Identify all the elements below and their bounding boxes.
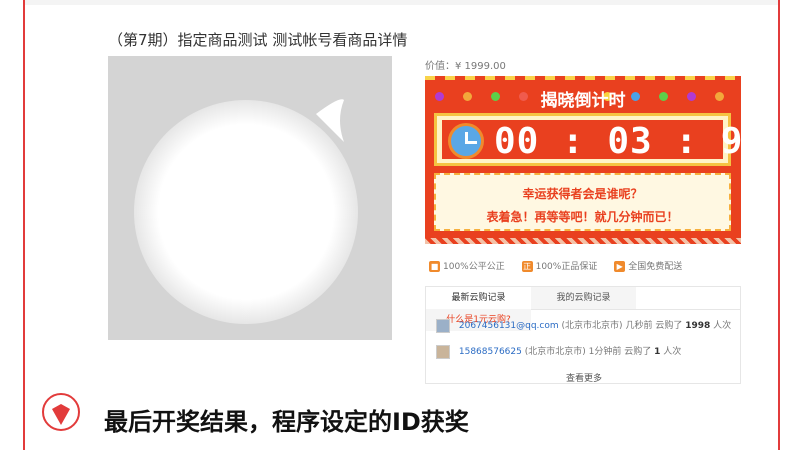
- avatar[interactable]: [436, 344, 450, 359]
- frame-left-line: [23, 0, 25, 450]
- records-tabs: 最新云购记录 我的云购记录 什么是1元云购?: [426, 287, 740, 331]
- alarm-clock-icon: [448, 123, 484, 159]
- record-unit: 人次: [713, 321, 732, 331]
- record-count: 1998: [685, 321, 711, 331]
- check-icon: 正: [521, 261, 533, 272]
- timer-frame: 00 : 03 : 95: [434, 113, 741, 166]
- truck-icon: ▶: [614, 261, 626, 272]
- tab-my-records[interactable]: 我的云购记录: [531, 287, 636, 309]
- record-unit: 人次: [663, 347, 682, 357]
- bottom-caption: 最后开奖结果，程序设定的ID获奖: [104, 408, 469, 436]
- product-title: （第7期）指定商品测试 测试帐号看商品详情: [108, 31, 408, 49]
- bottom-zigzag: [425, 238, 741, 244]
- record-location: (北京市北京市): [524, 347, 586, 357]
- message-line-2: 表着急！再等等吧！就几分钟而已！: [486, 210, 679, 224]
- see-more-link[interactable]: 查看更多: [426, 371, 742, 384]
- product-value: 价值：¥ 1999.00: [425, 61, 506, 72]
- avatar[interactable]: [436, 318, 450, 333]
- record-action: 云购了: [655, 321, 683, 331]
- countdown-message: 幸运获得者会是谁呢？ 表着急！再等等吧！就几分钟而已！: [434, 173, 731, 231]
- guarantee-fair: ■ 100%公平公正: [429, 261, 505, 272]
- top-divider: [25, 0, 778, 5]
- product-image[interactable]: [108, 56, 392, 340]
- guarantee-bar: ■ 100%公平公正 正 100%正品保证 ▶ 全国免费配送: [429, 259, 696, 272]
- top-stripe: [425, 76, 741, 80]
- record-action: 云购了: [624, 347, 652, 357]
- tab-latest-records[interactable]: 最新云购记录: [426, 287, 531, 309]
- record-user[interactable]: 15868576625: [459, 347, 522, 357]
- record-time: 几秒前: [625, 321, 653, 331]
- guarantee-shipping: ▶ 全国免费配送: [614, 259, 682, 272]
- chat-bubble-placeholder-icon: [134, 99, 358, 324]
- location-pin-icon: [42, 393, 80, 431]
- record-time: 1分钟前: [588, 347, 622, 357]
- frame-right-line: [778, 0, 780, 450]
- countdown-time: 00 : 03 : 95: [494, 121, 741, 162]
- record-row: 15868576625 (北京市北京市) 1分钟前 云购了 1 人次: [436, 344, 681, 359]
- timer-display: 00 : 03 : 95: [442, 120, 741, 162]
- record-count: 1: [654, 347, 661, 357]
- countdown-title: 揭晓倒计时: [540, 91, 626, 111]
- record-location: (北京市北京市): [561, 321, 623, 331]
- box-icon: ■: [429, 261, 440, 272]
- record-row: 2067456131@qq.com (北京市北京市) 几秒前 云购了 1998 …: [436, 318, 731, 333]
- record-user[interactable]: 2067456131@qq.com: [459, 321, 559, 331]
- countdown-panel: 揭晓倒计时 00 : 03 : 95 幸运获得者会是谁呢？ 表着急！再等等吧！就…: [425, 76, 741, 244]
- message-line-1: 幸运获得者会是谁呢？: [522, 187, 643, 201]
- purchase-records: 最新云购记录 我的云购记录 什么是1元云购? 2067456131@qq.com…: [425, 286, 741, 384]
- guarantee-genuine: 正 100%正品保证: [521, 261, 598, 272]
